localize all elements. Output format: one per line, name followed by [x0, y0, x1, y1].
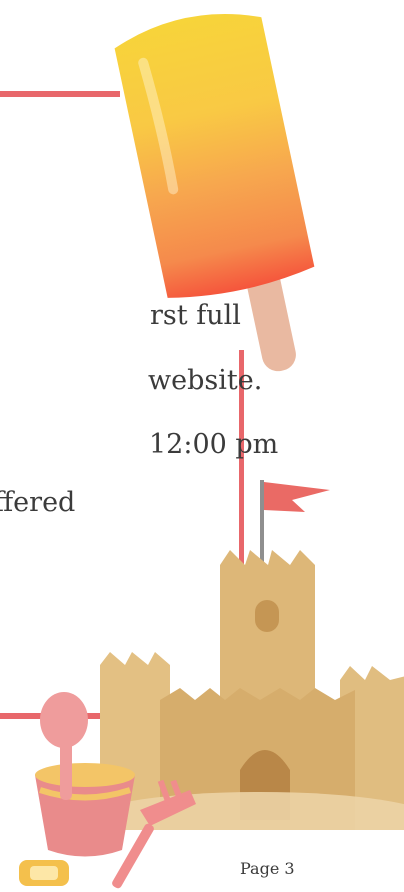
- rake-illustration: [112, 780, 196, 889]
- popsicle-illustration: [114, 14, 315, 372]
- body-text-line-4: ffered: [0, 487, 76, 518]
- body-text-line-3: 12:00 pm: [149, 429, 279, 460]
- shovel-illustration: [40, 692, 88, 800]
- page-number: Page 3: [240, 859, 295, 878]
- sand-mold-illustration: [19, 860, 69, 886]
- sandcastle-illustration: [100, 480, 404, 830]
